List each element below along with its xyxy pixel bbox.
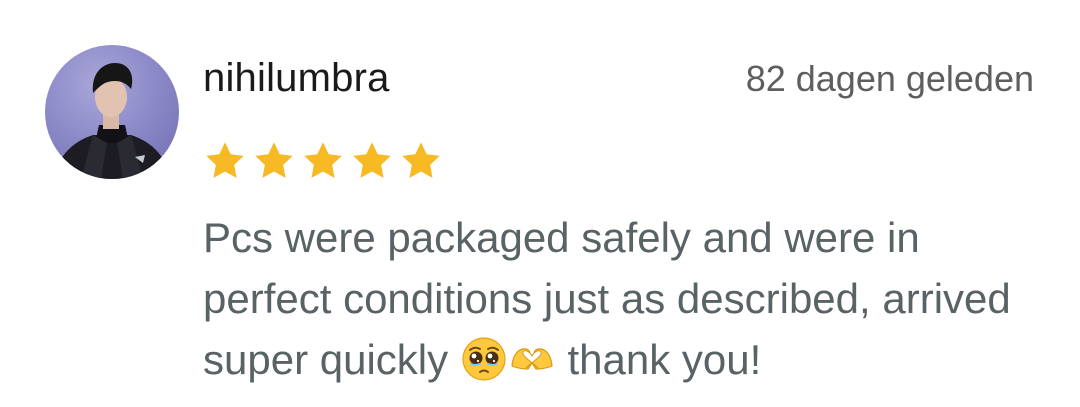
review-text-end: thank you! (555, 336, 762, 383)
star-icon (304, 142, 342, 178)
star-icon (353, 142, 391, 178)
review-timestamp: 82 dagen geleden (745, 58, 1034, 99)
review-card: nihilumbra 82 dagen geleden Pcs were pac… (0, 0, 1080, 407)
heart-hands-emoji (509, 336, 555, 382)
star-icon (402, 142, 440, 178)
avatar-image (53, 63, 171, 179)
review-text: Pcs were packaged safely and were in per… (203, 207, 1043, 390)
avatar[interactable] (45, 45, 179, 179)
star-rating (203, 139, 443, 185)
pleading-face-emoji (461, 336, 507, 382)
star-icon (206, 142, 244, 178)
username[interactable]: nihilumbra (203, 53, 390, 103)
star-icon (255, 142, 293, 178)
